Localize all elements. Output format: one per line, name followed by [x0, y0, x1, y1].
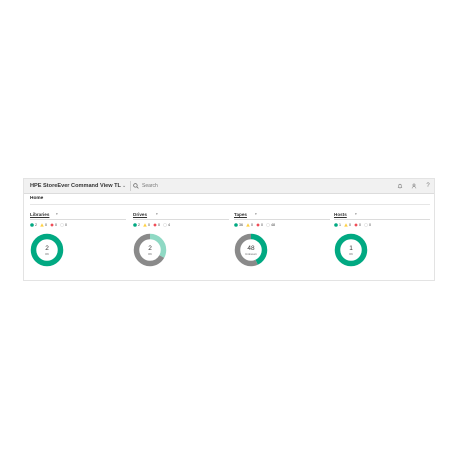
- divider: [30, 204, 430, 205]
- donut-value: 48: [247, 244, 255, 252]
- status-summary: 2 0 0 0: [30, 223, 67, 227]
- panel-header: Drives ▾: [133, 211, 229, 220]
- chevron-down-icon[interactable]: ▾: [355, 211, 357, 218]
- search-box[interactable]: [133, 181, 262, 191]
- unknown-status-icon: [266, 223, 270, 227]
- status-summary: 36 0 0 48: [234, 223, 275, 227]
- donut-label: OK: [44, 251, 50, 256]
- donut-center: 2 OK: [133, 233, 167, 267]
- panel-header: Libraries ▾: [30, 211, 126, 220]
- app-window: HPE StoreEver Command View TL ⌄ ? Home L…: [23, 178, 435, 281]
- panel-tapes: Tapes ▾ 36 0 0 48 48 Unknown: [234, 211, 330, 267]
- status-critical[interactable]: 0: [153, 223, 160, 227]
- status-unknown[interactable]: 0: [60, 223, 67, 227]
- status-ok-count: 2: [35, 223, 37, 227]
- unknown-status-icon: [163, 223, 167, 227]
- unknown-status-icon: [364, 223, 368, 227]
- status-summary: 2 0 0 4: [133, 223, 170, 227]
- panel-libraries: Libraries ▾ 2 0 0 0 2 OK: [30, 211, 126, 267]
- donut-value: 2: [45, 244, 49, 252]
- donut-label: Unknown: [245, 251, 257, 256]
- status-critical[interactable]: 0: [50, 223, 57, 227]
- status-donut-chart[interactable]: 1 OK: [334, 233, 368, 267]
- status-unknown-count: 4: [168, 223, 170, 227]
- chevron-down-icon[interactable]: ▾: [156, 211, 158, 218]
- panel-hosts: Hosts ▾ 1 0 0 0 1 OK: [334, 211, 430, 267]
- help-icon[interactable]: ?: [423, 181, 433, 191]
- status-critical-count: 0: [261, 223, 263, 227]
- status-ok[interactable]: 2: [30, 223, 37, 227]
- status-critical[interactable]: 0: [354, 223, 361, 227]
- status-warning[interactable]: 0: [143, 223, 150, 227]
- unknown-status-icon: [60, 223, 64, 227]
- donut-value: 2: [148, 244, 152, 252]
- status-critical-count: 0: [55, 223, 57, 227]
- critical-status-icon: [153, 223, 157, 227]
- status-donut-chart[interactable]: 2 OK: [30, 233, 64, 267]
- status-warning-count: 0: [251, 223, 253, 227]
- ok-status-icon: [234, 223, 238, 227]
- status-ok-count: 2: [138, 223, 140, 227]
- status-summary: 1 0 0 0: [334, 223, 371, 227]
- status-critical-count: 0: [359, 223, 361, 227]
- chevron-down-icon[interactable]: ▾: [255, 211, 257, 218]
- donut-center: 48 Unknown: [234, 233, 268, 267]
- divider: [130, 181, 131, 191]
- status-unknown[interactable]: 4: [163, 223, 170, 227]
- donut-center: 1 OK: [334, 233, 368, 267]
- search-input[interactable]: [142, 181, 262, 191]
- status-warning[interactable]: 0: [246, 223, 253, 227]
- status-unknown-count: 48: [271, 223, 275, 227]
- warning-status-icon: [344, 223, 348, 227]
- status-critical[interactable]: 0: [256, 223, 263, 227]
- status-warning[interactable]: 0: [344, 223, 351, 227]
- panel-drives: Drives ▾ 2 0 0 4 2 OK: [133, 211, 229, 267]
- user-icon[interactable]: [409, 181, 419, 191]
- panel-title[interactable]: Drives: [133, 211, 147, 218]
- critical-status-icon: [50, 223, 54, 227]
- panel-header: Hosts ▾: [334, 211, 430, 220]
- chevron-down-icon[interactable]: ▾: [56, 211, 58, 218]
- app-title[interactable]: HPE StoreEver Command View TL: [30, 181, 121, 191]
- panel-header: Tapes ▾: [234, 211, 330, 220]
- status-unknown[interactable]: 0: [364, 223, 371, 227]
- ok-status-icon: [30, 223, 34, 227]
- ok-status-icon: [334, 223, 338, 227]
- status-ok-count: 36: [239, 223, 243, 227]
- search-icon: [133, 183, 139, 189]
- panel-title[interactable]: Hosts: [334, 211, 347, 218]
- bell-icon[interactable]: [395, 181, 405, 191]
- status-unknown-count: 0: [369, 223, 371, 227]
- status-ok-count: 1: [339, 223, 341, 227]
- status-ok[interactable]: 1: [334, 223, 341, 227]
- chevron-down-icon[interactable]: ⌄: [122, 181, 126, 191]
- status-warning[interactable]: 0: [40, 223, 47, 227]
- status-unknown[interactable]: 48: [266, 223, 275, 227]
- top-bar: HPE StoreEver Command View TL ⌄ ?: [24, 179, 434, 194]
- status-ok[interactable]: 2: [133, 223, 140, 227]
- warning-status-icon: [143, 223, 147, 227]
- donut-center: 2 OK: [30, 233, 64, 267]
- warning-status-icon: [40, 223, 44, 227]
- status-critical-count: 0: [158, 223, 160, 227]
- status-warning-count: 0: [148, 223, 150, 227]
- ok-status-icon: [133, 223, 137, 227]
- donut-value: 1: [349, 244, 353, 252]
- status-unknown-count: 0: [65, 223, 67, 227]
- panel-title[interactable]: Libraries: [30, 211, 49, 218]
- status-ok[interactable]: 36: [234, 223, 243, 227]
- status-warning-count: 0: [349, 223, 351, 227]
- critical-status-icon: [354, 223, 358, 227]
- status-donut-chart[interactable]: 2 OK: [133, 233, 167, 267]
- warning-status-icon: [246, 223, 250, 227]
- donut-label: OK: [147, 251, 153, 256]
- critical-status-icon: [256, 223, 260, 227]
- status-donut-chart[interactable]: 48 Unknown: [234, 233, 268, 267]
- donut-label: OK: [348, 251, 354, 256]
- breadcrumb-home[interactable]: Home: [30, 196, 43, 201]
- status-warning-count: 0: [45, 223, 47, 227]
- panel-title[interactable]: Tapes: [234, 211, 247, 218]
